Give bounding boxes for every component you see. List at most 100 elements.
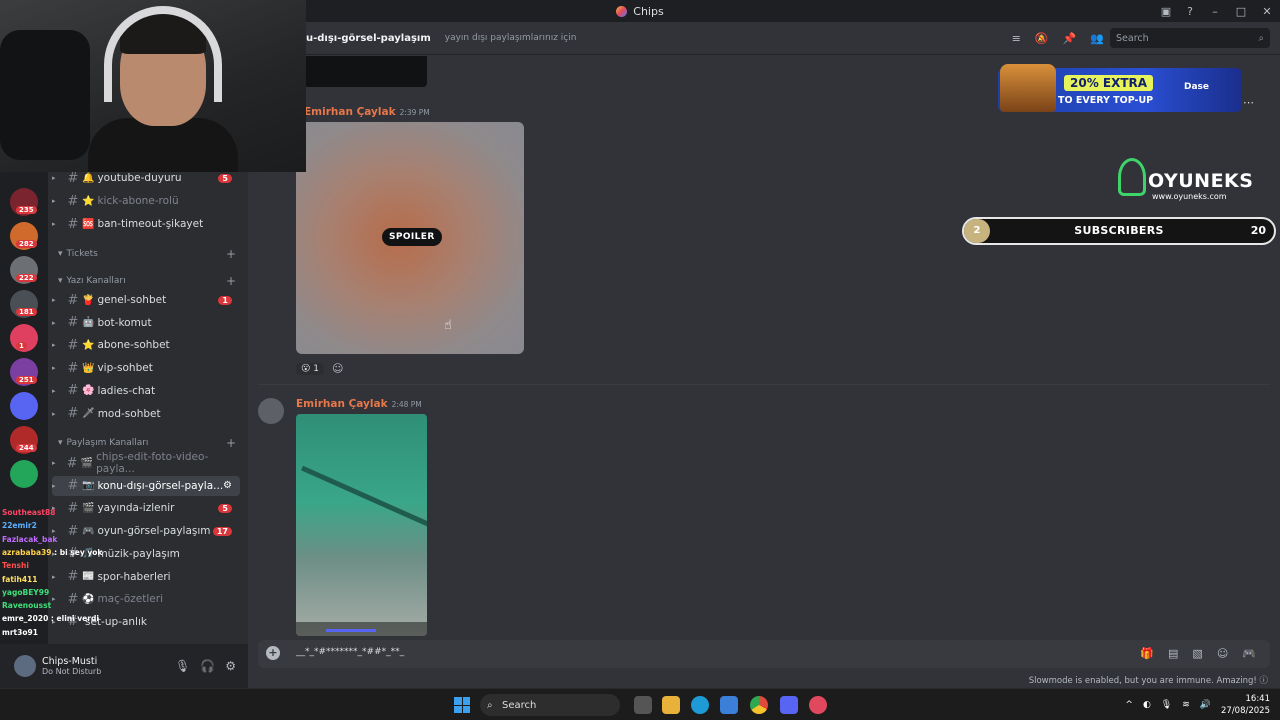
- members-icon[interactable]: 👥: [1090, 32, 1104, 45]
- app-logo-icon: [616, 5, 628, 17]
- help-icon[interactable]: ?: [1178, 5, 1202, 18]
- wifi-icon[interactable]: ≋: [1182, 700, 1190, 710]
- unread-caret-icon: ▸: [52, 364, 56, 373]
- channel-label: youtube-duyuru: [97, 172, 182, 184]
- edge-icon[interactable]: [691, 696, 709, 714]
- author-name[interactable]: Emirhan Çaylak: [296, 398, 388, 410]
- channel-item[interactable]: ▸ # 🌸 ladies-chat: [52, 381, 240, 401]
- reaction-pill[interactable]: 😮 1: [296, 362, 324, 375]
- channel-category[interactable]: ▾ Yazı Kanalları +: [58, 274, 238, 288]
- tray-mic-icon[interactable]: 🎙: [1161, 700, 1172, 710]
- taskbar-search[interactable]: ⌕ Search: [480, 694, 620, 716]
- gif-icon[interactable]: ▤: [1168, 647, 1178, 660]
- channel-label: mod-sohbet: [97, 407, 161, 420]
- unread-caret-icon: ▸: [52, 341, 56, 350]
- maximize-button[interactable]: □: [1228, 5, 1254, 18]
- chat-username: Southeast88: [2, 508, 56, 517]
- promo-banner: 20% EXTRA TO EVERY TOP-UP Dase: [998, 64, 1242, 112]
- avatar[interactable]: [258, 398, 284, 424]
- settings-gear-icon[interactable]: ⚙: [225, 659, 236, 673]
- subscriber-goal-bar: 2 SUBSCRIBERS 20: [962, 217, 1276, 245]
- channel-item[interactable]: ▸ # 🎬 chips-edit-foto-video-payla...: [52, 451, 240, 475]
- user-avatar[interactable]: [14, 655, 36, 677]
- tray-app-icon[interactable]: ◐: [1143, 700, 1151, 710]
- author-name[interactable]: Emirhan Çaylak: [304, 106, 396, 118]
- server-icon[interactable]: [10, 460, 38, 488]
- spoiler-button[interactable]: SPOILER: [382, 228, 442, 246]
- channel-item[interactable]: ▸ # ⭐ abone-sohbet: [52, 335, 240, 355]
- notification-icon[interactable]: 🔕: [1035, 32, 1049, 45]
- channel-settings-icon[interactable]: ⚙: [223, 480, 232, 491]
- minimize-button[interactable]: –: [1202, 5, 1228, 18]
- info-icon[interactable]: ⓘ: [1259, 676, 1268, 686]
- channel-label: kick-abone-rolü: [97, 195, 179, 207]
- chat-app-icon[interactable]: [809, 696, 827, 714]
- add-reaction-icon[interactable]: ☺: [332, 362, 343, 375]
- message-composer[interactable]: + __*_*#*******_*##*_**_ 🎁 ▤ ▧ ☺ 🎮: [258, 640, 1270, 668]
- channel-item[interactable]: ▸ # 🗡 mod-sohbet: [52, 404, 240, 424]
- emoji-icon[interactable]: ☺: [1217, 647, 1228, 660]
- taskbar-clock[interactable]: 16:41 27/08/2025: [1221, 693, 1270, 717]
- more-options-icon[interactable]: ⋯: [1243, 96, 1254, 109]
- message-author[interactable]: Emirhan Çaylak 2:48 PM: [296, 398, 422, 410]
- category-label: Paylaşım Kanalları: [66, 438, 149, 448]
- chrome-icon[interactable]: [750, 696, 768, 714]
- store-icon[interactable]: [720, 696, 738, 714]
- add-channel-icon[interactable]: +: [226, 274, 236, 288]
- category-label: Yazı Kanalları: [66, 276, 126, 286]
- channel-emoji-icon: 🌸: [82, 385, 95, 397]
- screen: Chips ▣ ? – □ ✕ 235 282 222 181 1 251 244 ▸ # 🔔 y…: [0, 0, 1280, 720]
- channel-category[interactable]: ▾ Paylaşım Kanalları +: [58, 436, 238, 450]
- channel-topic: yayın dışı paylaşımlarınız için: [444, 33, 577, 43]
- unread-caret-icon: ▸: [52, 174, 56, 182]
- add-channel-icon[interactable]: +: [226, 436, 236, 450]
- channel-category[interactable]: ▾ Tickets +: [58, 247, 238, 261]
- hash-icon: #: [67, 406, 79, 421]
- channel-emoji-icon: 🗡: [82, 408, 95, 419]
- attach-plus-icon[interactable]: +: [266, 646, 280, 660]
- channel-item[interactable]: ▸ # ⭐ kick-abone-rolü: [52, 191, 240, 211]
- file-explorer-icon[interactable]: [662, 696, 680, 714]
- threads-icon[interactable]: ≡: [1012, 32, 1021, 45]
- composer-text[interactable]: __*_*#*******_*##*_**_: [296, 647, 404, 657]
- server-icon[interactable]: [10, 392, 38, 420]
- channel-item[interactable]: ▸ # 🍟 genel-sohbet 1: [52, 290, 240, 310]
- apps-icon[interactable]: 🎮: [1242, 647, 1256, 660]
- channel-emoji-icon: 👑: [82, 362, 95, 374]
- task-view-icon[interactable]: [634, 696, 652, 714]
- sticker-icon[interactable]: ▧: [1192, 647, 1202, 660]
- cursor-icon: ☝: [444, 318, 452, 333]
- webcam-headset: [104, 6, 222, 102]
- close-button[interactable]: ✕: [1254, 5, 1280, 18]
- channel-item[interactable]: ▸ # 🆘 ban-timeout-şikayet: [52, 214, 240, 234]
- add-channel-icon[interactable]: +: [226, 247, 236, 261]
- microphone-icon[interactable]: 🎙: [175, 659, 190, 673]
- promo-headline: 20% EXTRA: [1064, 75, 1154, 91]
- stream-chat-line: Ravenousst: [2, 601, 51, 610]
- channel-name: u-dışı-görsel-paylaşım: [306, 32, 431, 44]
- category-icon: ▾: [58, 276, 63, 286]
- message-divider: [258, 384, 1270, 385]
- inbox-icon[interactable]: ▣: [1154, 5, 1178, 18]
- gift-icon[interactable]: 🎁: [1140, 647, 1154, 660]
- previous-image[interactable]: [304, 56, 427, 87]
- message-timestamp: 2:48 PM: [391, 400, 422, 409]
- channel-item[interactable]: ▸ # 👑 vip-sohbet: [52, 358, 240, 378]
- channel-label: abone-sohbet: [97, 339, 170, 352]
- channel-item[interactable]: ▸ # 🤖 bot-komut: [52, 313, 240, 333]
- headphones-icon[interactable]: 🎧: [200, 659, 215, 673]
- tray-chevron-icon[interactable]: ^: [1125, 700, 1133, 710]
- stream-chat-line: emre_2020 : elini verdi: [2, 614, 99, 623]
- video-attachment[interactable]: [296, 414, 427, 636]
- reaction-row: 😮 1 ☺: [296, 362, 343, 375]
- video-progress[interactable]: [326, 629, 376, 632]
- discord-icon[interactable]: [780, 696, 798, 714]
- message-author[interactable]: Emirhan Çaylak 2:39 PM: [304, 106, 430, 118]
- windows-start-icon[interactable]: [454, 697, 470, 713]
- stream-chat-line: Southeast88: [2, 508, 55, 517]
- volume-icon[interactable]: 🔊: [1200, 700, 1211, 710]
- pin-icon[interactable]: 📌: [1063, 32, 1077, 45]
- channel-item[interactable]: ▸ # 📷 konu-dışı-görsel-payla... ⚙: [52, 475, 240, 496]
- search-input[interactable]: Search ⌕: [1110, 28, 1270, 48]
- subscriber-label: SUBSCRIBERS: [1074, 224, 1164, 237]
